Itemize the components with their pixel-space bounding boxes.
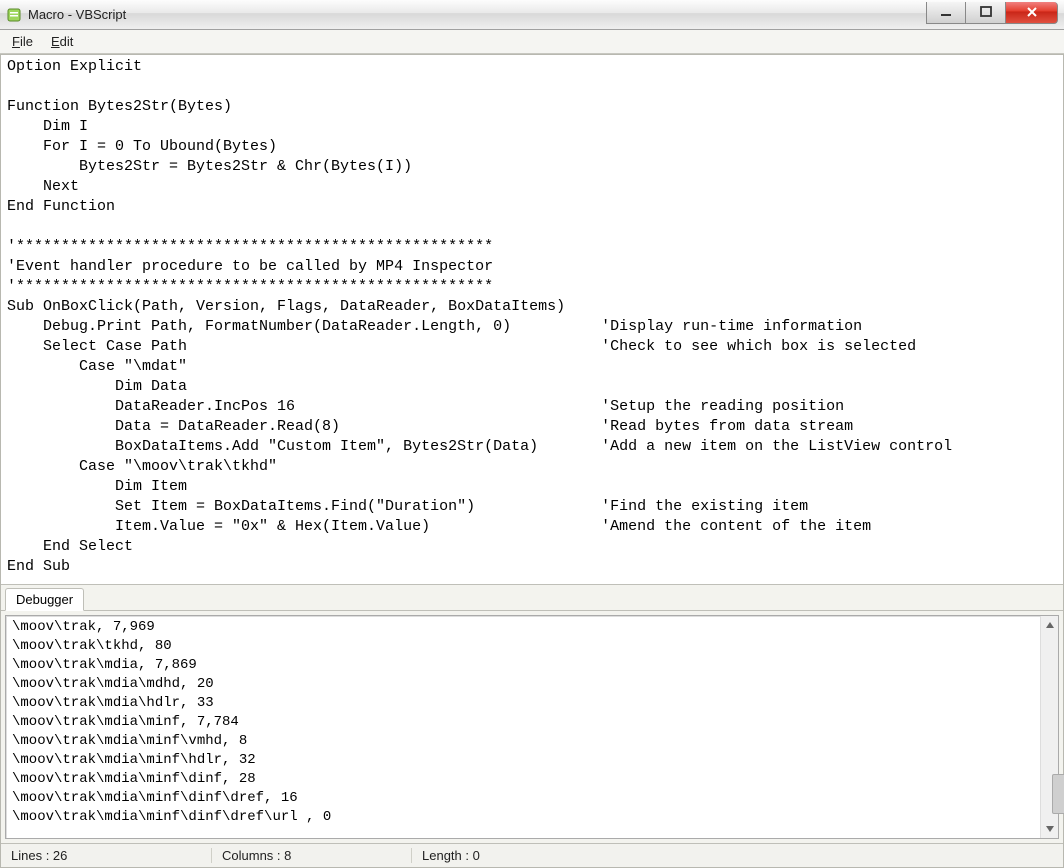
scroll-up-icon[interactable] [1041,616,1059,634]
debugger-tabstrip: Debugger [1,585,1063,611]
scroll-thumb[interactable] [1052,774,1064,814]
debugger-output-box: \moov\trak, 7,969\moov\trak\tkhd, 80\moo… [5,615,1059,839]
scroll-down-icon[interactable] [1041,820,1059,838]
menubar: File Edit [0,30,1064,54]
debug-line: \moov\trak\mdia\minf\dinf\dref\url , 0 [12,808,1034,827]
status-length: Length : 0 [411,848,611,863]
status-lines: Lines : 26 [11,848,211,863]
debug-line: \moov\trak\mdia\minf\hdlr, 32 [12,751,1034,770]
tab-debugger[interactable]: Debugger [5,588,84,611]
debug-line: \moov\trak\tkhd, 80 [12,637,1034,656]
minimize-button[interactable] [926,2,966,24]
maximize-button[interactable] [966,2,1006,24]
close-button[interactable] [1006,2,1058,24]
menu-file[interactable]: File [12,34,33,49]
debug-line: \moov\trak\mdia\minf, 7,784 [12,713,1034,732]
main-area: Option Explicit Function Bytes2Str(Bytes… [0,54,1064,868]
code-content: Option Explicit Function Bytes2Str(Bytes… [7,57,1057,577]
statusbar: Lines : 26 Columns : 8 Length : 0 [1,843,1063,867]
window-controls [926,2,1058,24]
debug-line: \moov\trak\mdia\mdhd, 20 [12,675,1034,694]
menu-edit[interactable]: Edit [51,34,73,49]
titlebar: Macro - VBScript [0,0,1064,30]
debugger-output[interactable]: \moov\trak, 7,969\moov\trak\tkhd, 80\moo… [6,616,1040,838]
code-editor[interactable]: Option Explicit Function Bytes2Str(Bytes… [1,55,1063,585]
debug-line: \moov\trak\mdia, 7,869 [12,656,1034,675]
window-title: Macro - VBScript [28,7,926,22]
debug-line: \moov\trak\mdia\hdlr, 33 [12,694,1034,713]
debug-line: \moov\trak, 7,969 [12,618,1034,637]
status-columns: Columns : 8 [211,848,411,863]
vertical-scrollbar[interactable] [1040,616,1058,838]
app-icon [6,7,22,23]
debugger-panel: \moov\trak, 7,969\moov\trak\tkhd, 80\moo… [1,611,1063,843]
debug-line: \moov\trak\mdia\minf\dinf, 28 [12,770,1034,789]
debug-line: \moov\trak\mdia\minf\vmhd, 8 [12,732,1034,751]
debug-line: \moov\trak\mdia\minf\dinf\dref, 16 [12,789,1034,808]
